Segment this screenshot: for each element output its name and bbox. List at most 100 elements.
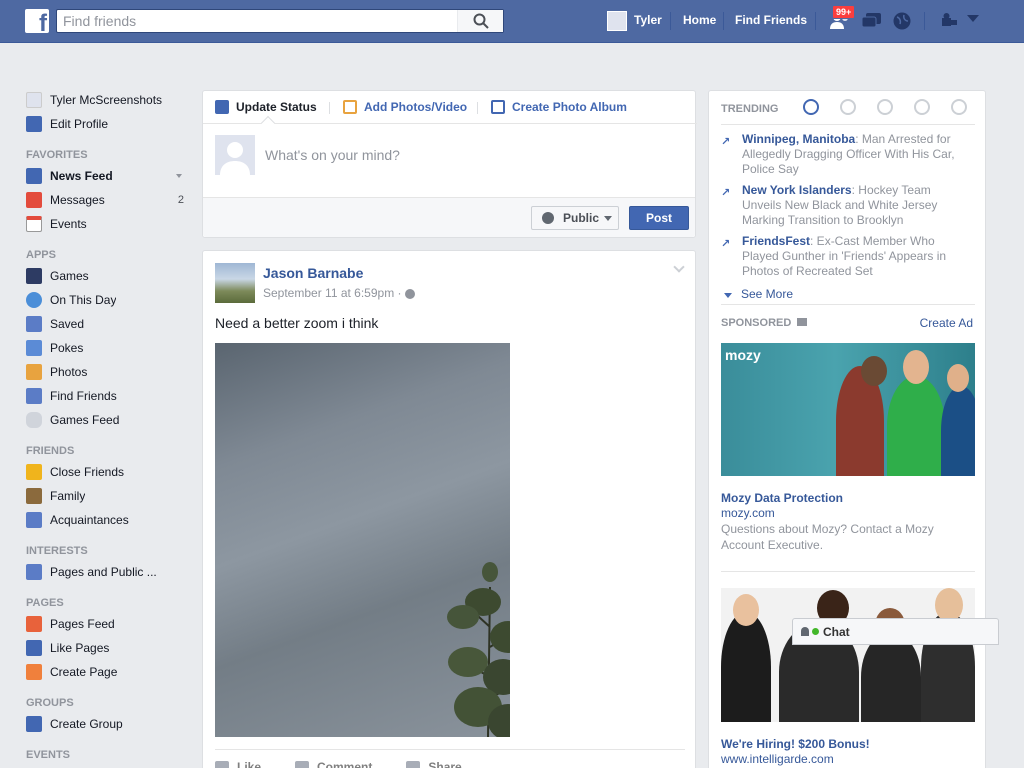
settings-icon[interactable] [967, 15, 979, 23]
like-button[interactable]: Like [215, 760, 261, 768]
sidebar-item-find-friends[interactable]: Find Friends [26, 384, 186, 408]
privacy-icon[interactable] [940, 11, 958, 29]
notifications-icon[interactable] [892, 11, 912, 31]
thumbs-up-icon [215, 761, 229, 768]
chat-tab[interactable]: Chat [792, 618, 999, 645]
sponsored-header: SPONSORED [721, 317, 808, 329]
post-button[interactable]: Post [629, 206, 689, 230]
trending-category-tabs [803, 99, 988, 115]
comment-button[interactable]: Comment [295, 760, 372, 768]
section-header-friends: FRIENDS [26, 445, 75, 457]
sidebar-item-profile[interactable]: Tyler McScreenshots [26, 88, 186, 112]
nav-divider [924, 12, 925, 30]
sidebar-item-pages-public[interactable]: Pages and Public ... [26, 560, 186, 584]
post-photo[interactable] [215, 343, 510, 737]
sidebar-item-photos[interactable]: Photos [26, 360, 186, 384]
sidebar-item-games-feed[interactable]: Games Feed [26, 408, 186, 432]
trending-top-icon[interactable] [803, 99, 819, 115]
thumbs-up-icon [26, 640, 42, 656]
person-figure [887, 376, 945, 476]
nav-user-name[interactable]: Tyler [634, 13, 662, 27]
photo-icon [343, 100, 357, 114]
sidebar-item-family[interactable]: Family [26, 484, 186, 508]
photos-icon [26, 364, 42, 380]
messages-icon [26, 192, 42, 208]
composer-avatar [215, 135, 255, 175]
megaphone-icon [797, 318, 808, 326]
ad-title[interactable]: Mozy Data Protection [721, 491, 843, 505]
sports-icon[interactable] [914, 99, 930, 115]
sidebar-item-like-pages[interactable]: Like Pages [26, 636, 186, 660]
ad-url[interactable]: www.intelligarde.com [721, 752, 834, 766]
sidebar-item-label: Family [50, 489, 86, 503]
divider [721, 304, 975, 305]
trending-topic[interactable]: New York Islanders [742, 183, 852, 197]
house-icon [26, 488, 42, 504]
status-input[interactable]: What's on your mind? [265, 147, 400, 163]
post-timestamp[interactable]: September 11 at 6:59pm · [263, 286, 415, 300]
sidebar-item-edit-profile[interactable]: Edit Profile [26, 112, 186, 136]
share-button[interactable]: Share [406, 760, 462, 768]
politics-icon[interactable] [840, 99, 856, 115]
author-avatar[interactable] [215, 263, 255, 303]
sidebar-item-close-friends[interactable]: Close Friends [26, 460, 186, 484]
nav-find-friends[interactable]: Find Friends [735, 13, 807, 27]
friends-icon [26, 388, 42, 404]
trending-arrow-icon: ↗ [721, 136, 731, 148]
sidebar-item-label: Create Group [50, 717, 123, 731]
trending-topic[interactable]: FriendsFest [742, 234, 810, 248]
ad-image-mozy[interactable]: mozy [721, 343, 975, 476]
trending-item[interactable]: ↗ Winnipeg, Manitoba: Man Arrested for A… [721, 132, 961, 177]
search-input[interactable] [57, 10, 457, 32]
tab-add-photos[interactable]: Add Photos/Video [343, 100, 467, 114]
facebook-logo-icon[interactable]: f [25, 9, 49, 33]
active-tab-indicator [260, 115, 276, 131]
post-author[interactable]: Jason Barnabe [263, 265, 363, 281]
sidebar-item-games[interactable]: Games [26, 264, 186, 288]
news-feed-icon [26, 168, 42, 184]
sidebar-item-label: Like Pages [50, 641, 110, 655]
user-avatar[interactable] [607, 11, 627, 31]
sidebar-item-create-group[interactable]: Create Group [26, 712, 186, 736]
sidebar-item-news-feed[interactable]: News Feed [26, 164, 186, 188]
calendar-icon [26, 216, 42, 232]
trending-item[interactable]: ↗ FriendsFest: Ex-Cast Member Who Played… [721, 234, 961, 279]
sidebar-item-on-this-day[interactable]: On This Day [26, 288, 186, 312]
sidebar-item-label: Messages [50, 193, 105, 207]
profile-avatar-icon [26, 92, 42, 108]
audience-selector[interactable]: Public [531, 206, 619, 230]
sidebar-item-events[interactable]: Events [26, 212, 186, 236]
tab-update-status[interactable]: Update Status [215, 100, 317, 114]
search-button[interactable] [457, 10, 503, 32]
trending-topic[interactable]: Winnipeg, Manitoba [742, 132, 855, 146]
messages-icon[interactable] [861, 11, 883, 31]
sidebar-item-saved[interactable]: Saved [26, 312, 186, 336]
chevron-down-icon[interactable] [176, 174, 182, 178]
post-options-chevron-icon[interactable] [673, 261, 685, 273]
create-ad-link[interactable]: Create Ad [920, 316, 973, 330]
message-count: 2 [177, 194, 184, 206]
comment-icon [295, 761, 310, 768]
sidebar-item-pokes[interactable]: Pokes [26, 336, 186, 360]
tab-create-album[interactable]: Create Photo Album [491, 100, 627, 114]
sidebar-item-create-page[interactable]: Create Page [26, 660, 186, 684]
science-icon[interactable] [877, 99, 893, 115]
see-more-link[interactable]: See More [724, 287, 793, 301]
share-icon [406, 761, 421, 768]
plus-icon [26, 716, 42, 732]
sidebar-item-pages-feed[interactable]: Pages Feed [26, 612, 186, 636]
ad-url[interactable]: mozy.com [721, 506, 775, 520]
section-header-pages: PAGES [26, 597, 64, 609]
action-label: Like [237, 760, 262, 768]
ad-title[interactable]: We're Hiring! $200 Bonus! [721, 737, 870, 751]
sidebar-item-acquaintances[interactable]: Acquaintances [26, 508, 186, 532]
trending-item[interactable]: ↗ New York Islanders: Hockey Team Unveil… [721, 183, 961, 228]
ad-image-intelligarde[interactable] [721, 588, 975, 722]
games-icon [26, 268, 42, 284]
nav-home[interactable]: Home [683, 13, 716, 27]
timestamp-text: September 11 at 6:59pm · [263, 286, 405, 300]
entertainment-icon[interactable] [951, 99, 967, 115]
sidebar-item-messages[interactable]: Messages 2 [26, 188, 186, 212]
sidebar-item-label: News Feed [50, 169, 113, 183]
sidebar-item-label: On This Day [50, 293, 117, 307]
